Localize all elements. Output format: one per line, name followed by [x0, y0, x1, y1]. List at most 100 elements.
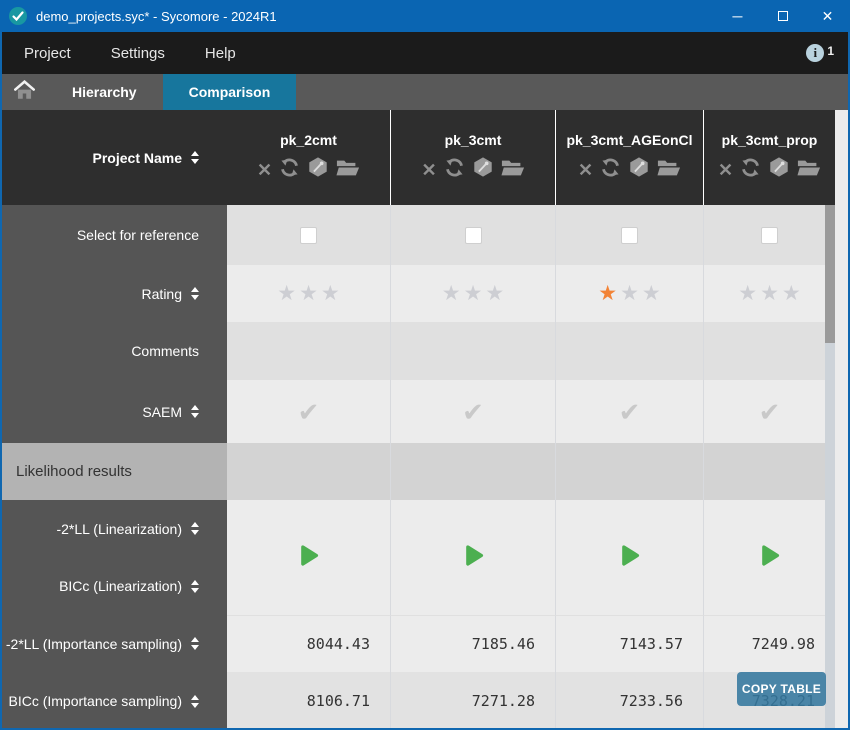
column-header-pk_3cmt: pk_3cmt ✕ — [391, 110, 556, 205]
run-linearization-cell[interactable] — [227, 500, 391, 615]
copy-table-button[interactable]: COPY TABLE — [737, 672, 826, 706]
home-icon — [14, 80, 35, 105]
monolix-project-icon[interactable] — [307, 156, 329, 183]
value-cell: 7185.46 — [391, 615, 556, 672]
play-icon[interactable] — [756, 542, 783, 574]
reference-checkbox-cell[interactable] — [391, 205, 556, 265]
minimize-button[interactable]: ─ — [715, 0, 760, 32]
play-icon[interactable] — [616, 542, 643, 574]
comment-cell[interactable] — [556, 322, 704, 380]
section-cell — [556, 443, 704, 500]
info-icon[interactable]: i — [806, 44, 824, 62]
check-icon: ✔ — [298, 399, 320, 425]
section-cell — [391, 443, 556, 500]
reload-project-icon[interactable] — [740, 157, 761, 183]
home-button[interactable] — [2, 74, 46, 110]
sort-icon[interactable] — [191, 151, 199, 164]
reference-checkbox-cell[interactable] — [556, 205, 704, 265]
column-header-project-name[interactable]: Project Name — [2, 110, 227, 205]
sort-icon[interactable] — [191, 522, 199, 535]
comment-cell[interactable] — [704, 322, 835, 380]
monolix-project-icon[interactable] — [472, 156, 494, 183]
metric-value: 8044.43 — [307, 635, 370, 653]
star-icon[interactable]: ★ — [738, 283, 757, 304]
window-title: demo_projects.syc* - Sycomore - 2024R1 — [36, 9, 277, 24]
row-label-2ll-linearization[interactable]: -2*LL (Linearization) — [2, 500, 227, 558]
reload-project-icon[interactable] — [444, 157, 465, 183]
menu-settings[interactable]: Settings — [91, 32, 185, 74]
row-label-text: BICc (Importance sampling) — [8, 693, 182, 709]
reference-checkbox-cell[interactable] — [704, 205, 835, 265]
open-folder-icon[interactable] — [797, 158, 821, 182]
monolix-project-icon[interactable] — [768, 156, 790, 183]
notification-area[interactable]: i 1 — [806, 44, 834, 62]
checkbox[interactable] — [465, 227, 482, 244]
star-icon[interactable]: ★ — [620, 283, 639, 304]
rating-cell[interactable]: ★★★ — [391, 265, 556, 322]
star-icon[interactable]: ★ — [464, 283, 483, 304]
value-cell: 8044.43 — [227, 615, 391, 672]
row-saem: SAEM ✔ ✔ ✔ ✔ — [2, 380, 835, 443]
open-folder-icon[interactable] — [336, 158, 360, 182]
comment-cell[interactable] — [391, 322, 556, 380]
metric-value: 7143.57 — [620, 635, 683, 653]
rating-cell[interactable]: ★★★ — [556, 265, 704, 322]
checkbox[interactable] — [761, 227, 778, 244]
comparison-table: Project Name pk_2cmt ✕ pk_3cmt — [2, 110, 835, 728]
sort-icon[interactable] — [191, 287, 199, 300]
menu-help[interactable]: Help — [185, 32, 256, 74]
close-button[interactable]: ✕ — [805, 0, 850, 32]
play-icon[interactable] — [460, 542, 487, 574]
row-label-text: SAEM — [142, 404, 182, 420]
vertical-scrollbar[interactable] — [825, 205, 835, 728]
reload-project-icon[interactable] — [600, 157, 621, 183]
star-icon[interactable]: ★ — [485, 283, 504, 304]
star-icon[interactable]: ★ — [642, 283, 661, 304]
run-linearization-cell[interactable] — [704, 500, 835, 615]
star-icon[interactable]: ★ — [321, 283, 340, 304]
maximize-button[interactable] — [760, 0, 805, 32]
tab-hierarchy[interactable]: Hierarchy — [46, 74, 163, 110]
checkbox[interactable] — [300, 227, 317, 244]
star-icon[interactable]: ★ — [782, 283, 801, 304]
row-comments: Comments — [2, 322, 835, 380]
metric-value: 7185.46 — [472, 635, 535, 653]
sort-icon[interactable] — [191, 695, 199, 708]
sort-icon[interactable] — [191, 405, 199, 418]
star-icon[interactable]: ★ — [299, 283, 318, 304]
star-icon[interactable]: ★ — [760, 283, 779, 304]
open-folder-icon[interactable] — [501, 158, 525, 182]
row-section-likelihood-results: Likelihood results — [2, 443, 835, 500]
sort-icon[interactable] — [191, 637, 199, 650]
remove-project-icon[interactable]: ✕ — [257, 161, 272, 179]
run-linearization-cell[interactable] — [556, 500, 704, 615]
run-linearization-cell[interactable] — [391, 500, 556, 615]
reload-project-icon[interactable] — [279, 157, 300, 183]
row-label-2ll-importance-sampling[interactable]: -2*LL (Importance sampling) — [2, 615, 227, 672]
star-icon-filled[interactable]: ★ — [598, 283, 617, 304]
row-label-text: Comments — [131, 343, 199, 359]
rating-cell[interactable]: ★★★ — [704, 265, 835, 322]
sort-icon[interactable] — [191, 580, 199, 593]
monolix-project-icon[interactable] — [628, 156, 650, 183]
comment-cell[interactable] — [227, 322, 391, 380]
row-label-rating[interactable]: Rating — [2, 265, 227, 322]
star-icon[interactable]: ★ — [442, 283, 461, 304]
scrollbar-thumb[interactable] — [825, 205, 835, 343]
row-label-bicc-linearization[interactable]: BICc (Linearization) — [2, 558, 227, 616]
project-column-name: pk_3cmt_AGEonCl — [566, 132, 692, 148]
tab-comparison[interactable]: Comparison — [163, 74, 297, 110]
row-label-bicc-importance-sampling[interactable]: BICc (Importance sampling) — [2, 672, 227, 728]
star-icon[interactable]: ★ — [277, 283, 296, 304]
menu-project[interactable]: Project — [2, 32, 91, 74]
reference-checkbox-cell[interactable] — [227, 205, 391, 265]
play-icon[interactable] — [295, 542, 322, 574]
section-header: Likelihood results — [2, 443, 227, 500]
open-folder-icon[interactable] — [657, 158, 681, 182]
checkbox[interactable] — [621, 227, 638, 244]
rating-cell[interactable]: ★★★ — [227, 265, 391, 322]
row-label-saem[interactable]: SAEM — [2, 380, 227, 443]
remove-project-icon[interactable]: ✕ — [578, 161, 593, 179]
remove-project-icon[interactable]: ✕ — [421, 161, 436, 179]
remove-project-icon[interactable]: ✕ — [718, 161, 733, 179]
